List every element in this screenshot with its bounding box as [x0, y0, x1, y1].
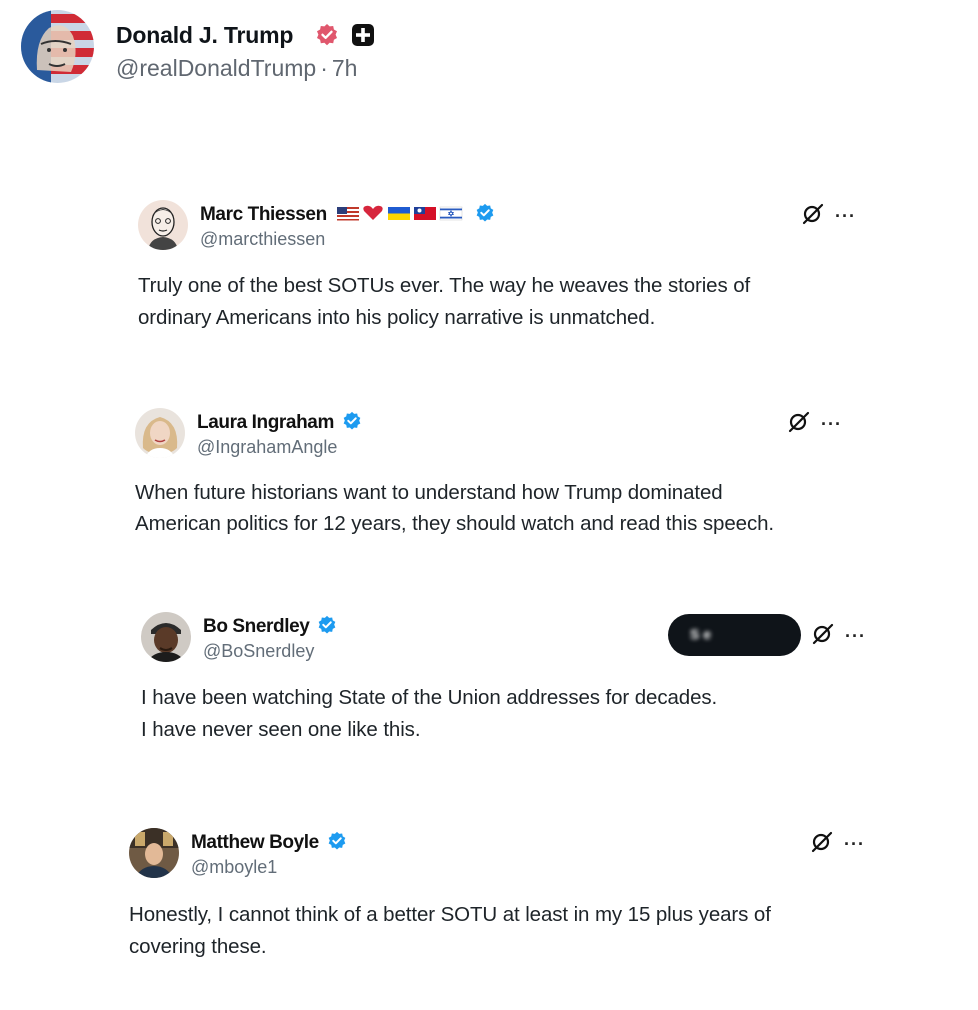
more-icon[interactable]: ··· [844, 834, 865, 855]
quoted-post-marc-thiessen[interactable]: Marc Thiessen @marcthiessen ··· Truly on… [138, 200, 868, 340]
verified-badge-icon [328, 831, 346, 850]
quoted-post-bo-snerdley[interactable]: Bo Snerdley @BoSnerdley S e ··· I have b… [141, 612, 871, 752]
more-icon[interactable]: ··· [845, 626, 866, 647]
quote-actions: ··· [810, 830, 870, 854]
israel-flag-icon [439, 206, 462, 221]
quote-author-name-text: Marc Thiessen [200, 204, 327, 225]
subscribe-button[interactable]: S e [668, 614, 801, 656]
author-meta: @realDonaldTrump · 7h [116, 55, 357, 82]
quote-text-line-2: covering these. [129, 935, 267, 958]
verified-badge-icon [476, 203, 493, 222]
quote-author-handle[interactable]: @BoSnerdley [203, 641, 314, 662]
quote-avatar[interactable] [141, 612, 191, 662]
verified-badge-icon [317, 24, 337, 46]
emoji-flags [336, 204, 467, 228]
more-icon[interactable]: ··· [835, 206, 856, 227]
meta-separator: · [320, 55, 328, 81]
red-heart-icon [363, 205, 383, 220]
quote-avatar[interactable] [129, 828, 179, 878]
quote-text-line-1: I have been watching State of the Union … [141, 686, 718, 709]
quote-avatar[interactable] [138, 200, 188, 250]
author-name[interactable]: Donald J. Trump [116, 22, 293, 49]
quote-author-name[interactable]: Laura Ingraham [197, 411, 362, 434]
quote-avatar[interactable] [135, 408, 185, 458]
quote-author-handle[interactable]: @IngrahamAngle [197, 437, 337, 458]
author-handle[interactable]: @realDonaldTrump [116, 55, 316, 81]
quote-actions: ··· [801, 202, 861, 226]
quote-actions: ··· [787, 410, 847, 434]
verified-badge-icon [319, 615, 336, 634]
quote-text-line-2: ordinary Americans into his policy narra… [138, 306, 656, 329]
grok-icon[interactable] [801, 202, 825, 226]
quote-text-line-1: Honestly, I cannot think of a better SOT… [129, 903, 771, 926]
us-flag-icon [336, 207, 359, 221]
post-header: Donald J. Trump @realDonaldTrump · 7h [21, 10, 621, 83]
post-time[interactable]: 7h [332, 55, 358, 81]
quote-author-name[interactable]: Matthew Boyle [191, 831, 347, 854]
quote-text-line-2: I have never seen one like this. [141, 718, 421, 741]
more-icon[interactable]: ··· [821, 414, 842, 435]
quoted-post-laura-ingraham[interactable]: Laura Ingraham @IngrahamAngle ··· When f… [135, 408, 865, 548]
quote-actions: ··· [811, 622, 871, 646]
quote-author-name[interactable]: Marc Thiessen [200, 203, 495, 228]
taiwan-flag-icon [413, 207, 436, 220]
plus-badge-icon [352, 24, 374, 46]
verified-badge-icon [343, 411, 361, 430]
subscribe-button-label: S e [690, 626, 712, 642]
quote-author-name-text: Matthew Boyle [191, 832, 319, 853]
quote-author-name[interactable]: Bo Snerdley [203, 615, 337, 638]
quoted-post-matthew-boyle[interactable]: Matthew Boyle @mboyle1 ··· Honestly, I c… [129, 828, 869, 968]
quote-author-name-text: Bo Snerdley [203, 616, 310, 637]
author-avatar[interactable] [21, 10, 94, 83]
quote-text-line-2: American politics for 12 years, they sho… [135, 512, 774, 535]
quote-text-line-1: Truly one of the best SOTUs ever. The wa… [138, 274, 751, 297]
grok-icon[interactable] [811, 622, 835, 646]
quote-author-handle[interactable]: @marcthiessen [200, 229, 325, 250]
ukraine-flag-icon [387, 207, 410, 220]
quote-text-line-1: When future historians want to understan… [135, 481, 723, 504]
quote-author-handle[interactable]: @mboyle1 [191, 857, 277, 878]
grok-icon[interactable] [787, 410, 811, 434]
quote-author-name-text: Laura Ingraham [197, 412, 334, 433]
grok-icon[interactable] [810, 830, 834, 854]
